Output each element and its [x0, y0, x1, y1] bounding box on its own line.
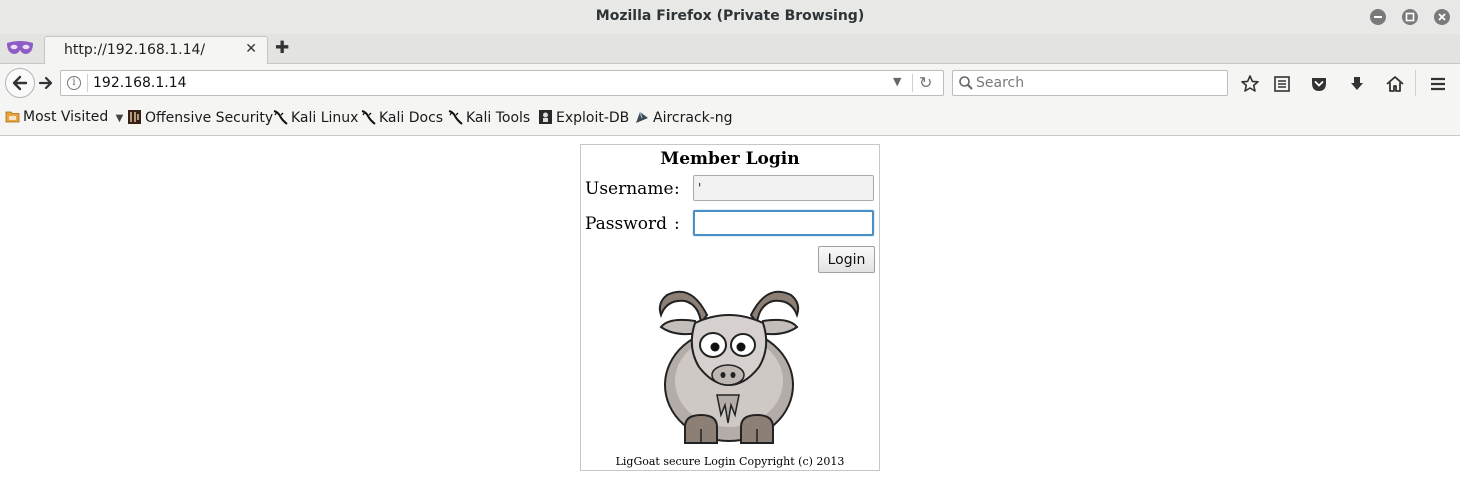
username-label: Username — [585, 179, 674, 199]
password-input[interactable] — [693, 210, 874, 236]
username-input[interactable] — [693, 175, 874, 201]
bookmark-most-visited[interactable]: Most Visited ▼ — [5, 109, 123, 129]
url-text[interactable]: 192.168.1.14 — [93, 75, 187, 91]
forward-button[interactable] — [36, 73, 58, 93]
login-title: Member Login — [660, 149, 800, 169]
tab-label: http://192.168.1.14/ — [64, 42, 206, 58]
url-divider — [912, 74, 913, 92]
tab-close-icon[interactable]: ✕ — [245, 41, 257, 57]
reload-icon[interactable]: ↻ — [919, 73, 932, 92]
tab-bar: http://192.168.1.14/ ✕ ✚ — [0, 34, 1460, 65]
password-label: Password — [585, 214, 668, 234]
close-icon — [1438, 13, 1446, 21]
bookmark-label: Exploit-DB — [556, 110, 630, 126]
bookmark-label: Most Visited — [23, 109, 109, 125]
window-title: Mozilla Firefox (Private Browsing) — [595, 8, 865, 24]
maximize-button[interactable] — [1402, 9, 1418, 25]
toolbar-divider — [1415, 70, 1416, 96]
window-titlebar: Mozilla Firefox (Private Browsing) — [0, 0, 1460, 34]
close-window-button[interactable] — [1434, 9, 1450, 25]
url-divider — [87, 74, 88, 92]
bookmark-label: Kali Tools — [466, 110, 531, 126]
url-history-dropdown-icon[interactable]: ▼ — [893, 75, 901, 88]
minimize-button[interactable] — [1370, 9, 1386, 25]
search-input[interactable] — [976, 74, 1216, 92]
kali-dragon-icon — [361, 110, 376, 125]
bookmarks-toolbar: Most Visited ▼ Offensive Security Kali L… — [0, 102, 1460, 136]
bookmark-label: Kali Linux — [291, 110, 359, 126]
bookmark-kali-tools[interactable]: Kali Tools — [447, 109, 530, 129]
minimize-icon — [1374, 16, 1382, 18]
hamburger-menu-icon[interactable] — [1428, 74, 1448, 94]
maximize-icon — [1405, 12, 1415, 22]
folder-icon — [5, 111, 20, 123]
bookmark-label: Kali Docs — [379, 110, 444, 126]
password-colon: : — [674, 214, 680, 234]
offsec-icon — [128, 110, 141, 124]
url-bar[interactable]: i 192.168.1.14 ▼ ↻ — [60, 70, 944, 96]
bookmark-kali-linux[interactable]: Kali Linux — [272, 109, 358, 129]
forward-arrow-icon — [38, 76, 53, 90]
exploitdb-icon — [539, 110, 552, 124]
downloads-icon[interactable] — [1347, 74, 1367, 94]
bookmark-aircrack-ng[interactable]: Aircrack-ng — [634, 109, 733, 129]
bookmark-label: Aircrack-ng — [653, 110, 733, 126]
kali-dragon-icon — [448, 110, 463, 125]
new-tab-button[interactable]: ✚ — [275, 38, 289, 58]
chevron-down-icon: ▼ — [115, 113, 124, 124]
search-bar[interactable] — [952, 70, 1228, 96]
bookmark-star-icon[interactable] — [1240, 74, 1260, 94]
bookmark-kali-docs[interactable]: Kali Docs — [360, 109, 443, 129]
login-button[interactable]: Login — [818, 246, 875, 273]
navigation-toolbar: i 192.168.1.14 ▼ ↻ — [0, 64, 1460, 102]
username-colon: : — [674, 179, 680, 199]
login-form: Member Login Username : Password : Login — [580, 144, 880, 471]
kali-dragon-icon — [273, 110, 288, 125]
bookmark-offensive-security[interactable]: Offensive Security — [127, 109, 273, 129]
bookmark-label: Offensive Security — [145, 110, 274, 126]
copyright-text: LigGoat secure Login Copyright (c) 2013 — [615, 455, 845, 468]
home-icon[interactable] — [1385, 74, 1405, 94]
tab-active[interactable]: http://192.168.1.14/ ✕ — [44, 36, 268, 65]
search-icon — [959, 76, 973, 90]
page-content: Member Login Username : Password : Login — [0, 136, 1460, 491]
bookmarks-menu-icon[interactable] — [1272, 74, 1292, 94]
back-arrow-icon — [12, 75, 28, 91]
aircrack-icon — [636, 111, 648, 123]
site-info-icon[interactable]: i — [67, 76, 81, 90]
pocket-icon[interactable] — [1309, 74, 1329, 94]
back-button[interactable] — [5, 68, 35, 98]
bookmark-exploit-db[interactable]: Exploit-DB — [538, 109, 629, 129]
goat-mascot-image — [658, 290, 800, 444]
private-browsing-mask-icon — [7, 41, 33, 54]
